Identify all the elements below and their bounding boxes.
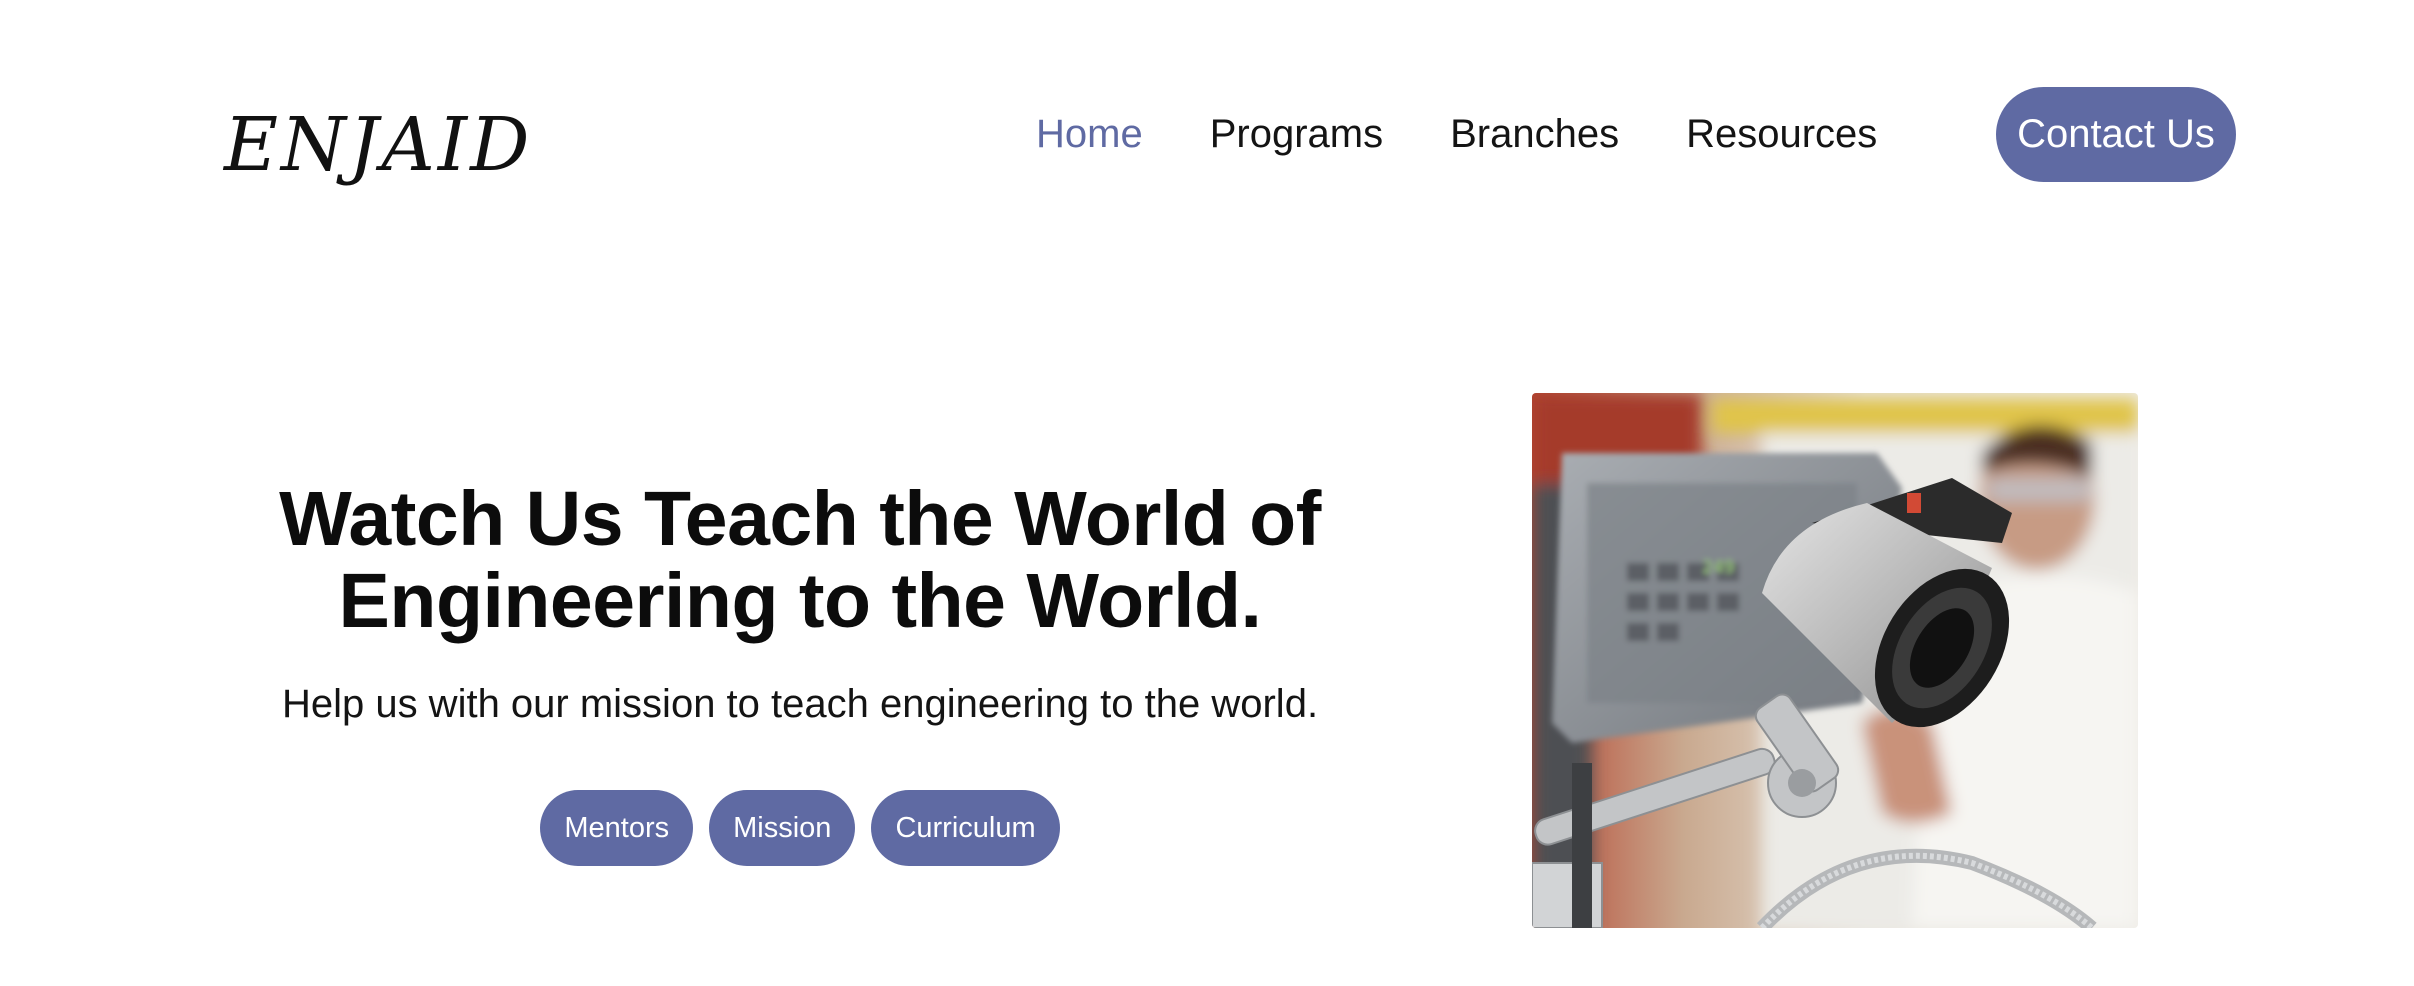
hero-button-group: Mentors Mission Curriculum bbox=[230, 790, 1370, 866]
nav-item-branches[interactable]: Branches bbox=[1450, 108, 1619, 160]
curriculum-button[interactable]: Curriculum bbox=[871, 790, 1060, 866]
hero-title-line-2: Engineering to the World. bbox=[338, 558, 1262, 644]
hero-title-line-1: Watch Us Teach the World of bbox=[279, 476, 1321, 562]
hero-image: 249 bbox=[1532, 393, 2138, 928]
hero-photo-illustration: 249 bbox=[1532, 393, 2138, 928]
nav-item-home[interactable]: Home bbox=[1036, 108, 1143, 160]
hero-section: Watch Us Teach the World of Engineering … bbox=[230, 478, 1370, 866]
nav-item-resources[interactable]: Resources bbox=[1686, 108, 1877, 160]
main-nav: Home Programs Branches Resources bbox=[1036, 108, 1877, 160]
page: ENJAID Home Programs Branches Resources … bbox=[0, 0, 2414, 986]
site-logo[interactable]: ENJAID bbox=[222, 100, 572, 195]
contact-us-button[interactable]: Contact Us bbox=[1996, 87, 2236, 182]
logo-text: ENJAID bbox=[222, 102, 532, 188]
nav-item-programs[interactable]: Programs bbox=[1210, 108, 1383, 160]
mission-button[interactable]: Mission bbox=[709, 790, 856, 866]
hero-title: Watch Us Teach the World of Engineering … bbox=[230, 478, 1370, 642]
svg-text:249: 249 bbox=[1702, 557, 1735, 578]
mentors-button[interactable]: Mentors bbox=[540, 790, 694, 866]
hero-subtitle: Help us with our mission to teach engine… bbox=[281, 682, 1319, 726]
